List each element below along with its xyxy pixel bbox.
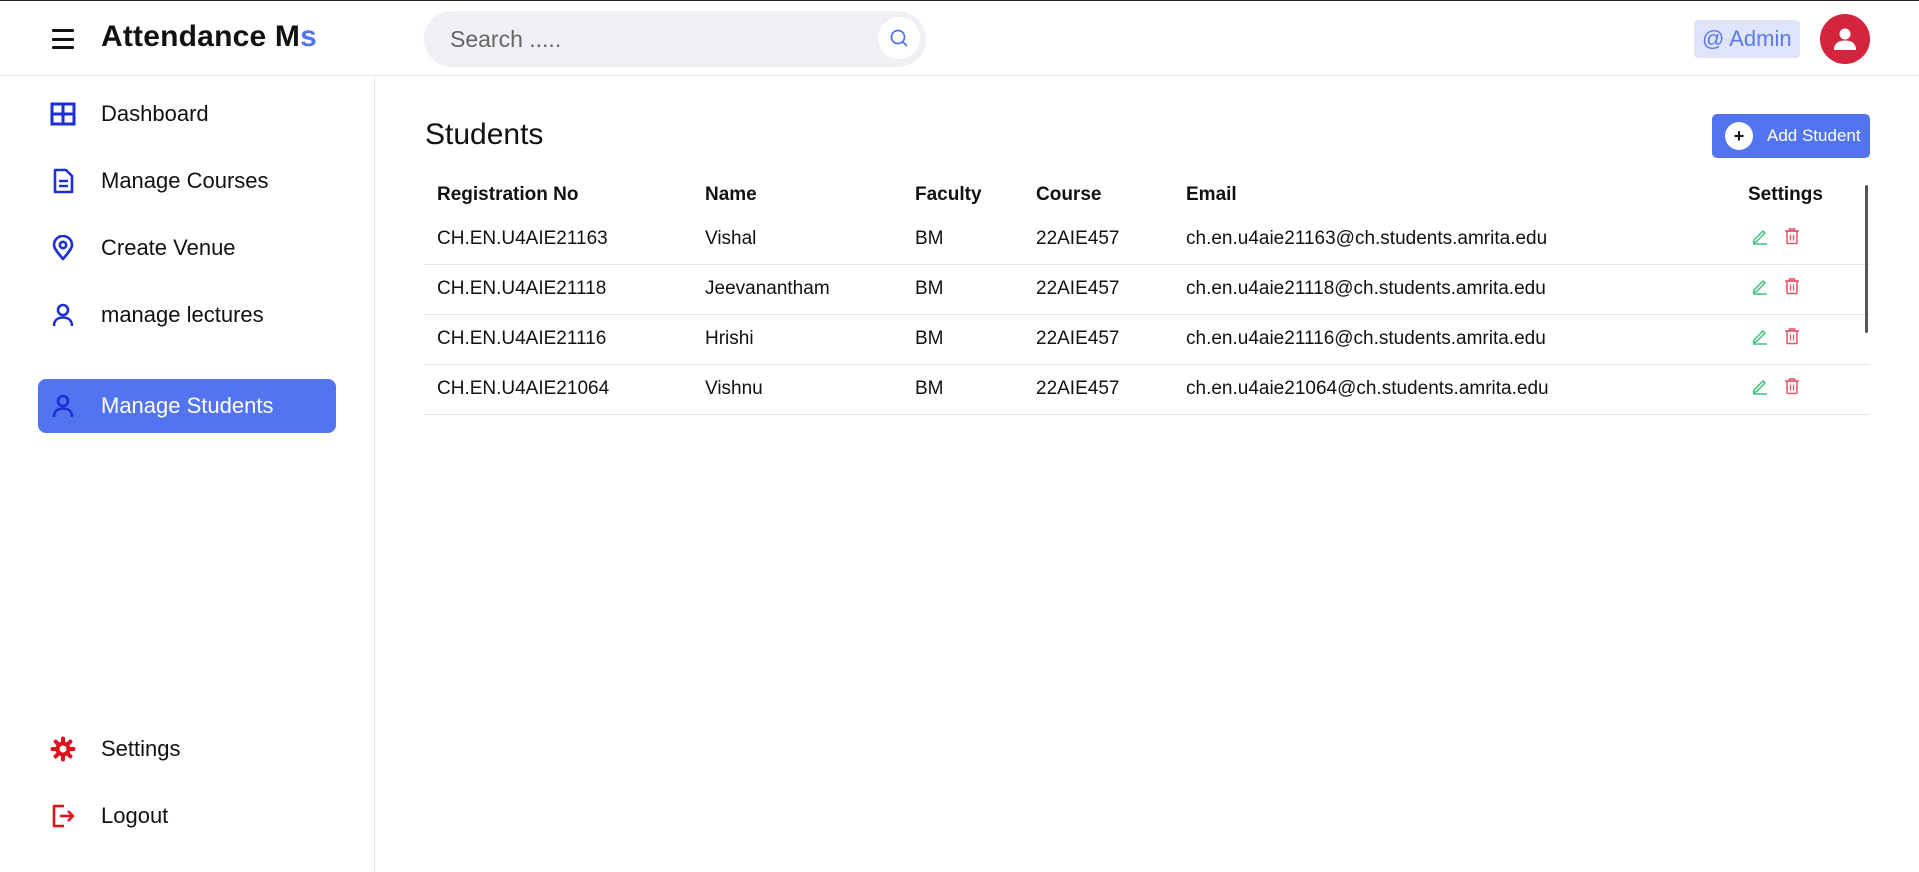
- add-student-label: Add Student: [1767, 126, 1861, 145]
- edit-icon[interactable]: [1751, 327, 1769, 345]
- cell-course: 22AIE457: [1024, 214, 1174, 265]
- admin-role-badge: @ Admin: [1694, 20, 1800, 58]
- brand-text: Attendance M: [101, 20, 301, 53]
- cell-registration-no: CH.EN.U4AIE21163: [425, 214, 693, 265]
- cell-faculty: BM: [903, 264, 1024, 315]
- edit-icon[interactable]: [1751, 377, 1769, 395]
- edit-icon[interactable]: [1751, 227, 1769, 245]
- column-header-email: Email: [1186, 184, 1237, 205]
- search-icon: [890, 29, 908, 47]
- cell-registration-no: CH.EN.U4AIE21116: [425, 314, 693, 365]
- add-student-button[interactable]: + Add Student: [1712, 114, 1870, 158]
- cell-email: ch.en.u4aie21116@ch.students.amrita.edu: [1174, 314, 1736, 365]
- delete-icon[interactable]: [1783, 377, 1801, 395]
- sidebar-item-manage-lectures[interactable]: manage lectures: [38, 288, 336, 342]
- sidebar-item-settings[interactable]: Settings: [38, 722, 336, 776]
- table-row: CH.EN.U4AIE21163 Vishal BM 22AIE457 ch.e…: [425, 214, 1870, 265]
- search-bar: [424, 11, 926, 67]
- column-header-settings: Settings: [1748, 184, 1823, 205]
- students-table: Registration No Name Faculty Course Emai…: [425, 176, 1870, 415]
- table-header-row: Registration No Name Faculty Course Emai…: [425, 176, 1870, 214]
- sidebar-item-dashboard[interactable]: Dashboard: [38, 87, 336, 141]
- delete-icon[interactable]: [1783, 327, 1801, 345]
- table-scrollbar[interactable]: [1865, 185, 1868, 333]
- avatar[interactable]: [1820, 14, 1870, 64]
- sidebar-item-manage-courses[interactable]: Manage Courses: [38, 154, 336, 208]
- grid-icon: [38, 101, 88, 127]
- sidebar-item-label: Logout: [101, 803, 169, 828]
- cell-actions: [1736, 214, 1870, 265]
- sidebar-item-label: Settings: [101, 736, 181, 761]
- sidebar-item-create-venue[interactable]: Create Venue: [38, 221, 336, 275]
- cell-faculty: BM: [903, 314, 1024, 365]
- cell-actions: [1736, 264, 1870, 315]
- sidebar-item-label: Manage Students: [101, 393, 274, 418]
- gear-icon: [38, 736, 88, 762]
- sidebar-item-label: Dashboard: [101, 101, 209, 126]
- cell-faculty: BM: [903, 214, 1024, 265]
- delete-icon[interactable]: [1783, 277, 1801, 295]
- sidebar-item-manage-students[interactable]: Manage Students: [38, 379, 336, 433]
- user-avatar-icon: [1834, 28, 1856, 50]
- logout-icon: [38, 803, 88, 829]
- cell-course: 22AIE457: [1024, 314, 1174, 365]
- cell-registration-no: CH.EN.U4AIE21064: [425, 364, 693, 415]
- document-icon: [38, 168, 88, 194]
- hamburger-menu-icon[interactable]: [48, 27, 78, 51]
- cell-name: Jeevanantham: [693, 264, 903, 315]
- sidebar-item-logout[interactable]: Logout: [38, 789, 336, 843]
- cell-registration-no: CH.EN.U4AIE21118: [425, 264, 693, 315]
- column-header-faculty: Faculty: [915, 184, 982, 205]
- cell-name: Vishal: [693, 214, 903, 265]
- user-icon: [38, 302, 88, 328]
- cell-faculty: BM: [903, 364, 1024, 415]
- sidebar-item-label: Manage Courses: [101, 168, 269, 193]
- cell-email: ch.en.u4aie21064@ch.students.amrita.edu: [1174, 364, 1736, 415]
- delete-icon[interactable]: [1783, 227, 1801, 245]
- main-content: Students + Add Student Registration No N…: [376, 76, 1919, 872]
- column-header-course: Course: [1036, 184, 1102, 205]
- cell-email: ch.en.u4aie21163@ch.students.amrita.edu: [1174, 214, 1736, 265]
- brand-accent-text: s: [300, 20, 317, 53]
- cell-actions: [1736, 364, 1870, 415]
- user-icon: [38, 393, 88, 419]
- cell-email: ch.en.u4aie21118@ch.students.amrita.edu: [1174, 264, 1736, 315]
- cell-course: 22AIE457: [1024, 364, 1174, 415]
- app-brand: Attendance Ms: [101, 20, 317, 54]
- table-row: CH.EN.U4AIE21064 Vishnu BM 22AIE457 ch.e…: [425, 364, 1870, 415]
- plus-icon: +: [1725, 122, 1753, 150]
- sidebar-item-label: Create Venue: [101, 235, 236, 260]
- cell-name: Hrishi: [693, 314, 903, 365]
- top-bar: Attendance Ms @ Admin: [0, 0, 1919, 76]
- cell-name: Vishnu: [693, 364, 903, 415]
- page-title: Students: [425, 118, 544, 151]
- sidebar-item-label: manage lectures: [101, 302, 264, 327]
- edit-icon[interactable]: [1751, 277, 1769, 295]
- column-header-registration-no: Registration No: [437, 184, 579, 205]
- table-row: CH.EN.U4AIE21116 Hrishi BM 22AIE457 ch.e…: [425, 314, 1870, 365]
- column-header-name: Name: [705, 184, 757, 205]
- location-pin-icon: [38, 235, 88, 261]
- search-input[interactable]: [450, 21, 850, 57]
- cell-course: 22AIE457: [1024, 264, 1174, 315]
- cell-actions: [1736, 314, 1870, 365]
- search-button[interactable]: [878, 17, 920, 59]
- sidebar: Dashboard Manage Courses Create Venue ma…: [0, 76, 375, 872]
- table-row: CH.EN.U4AIE21118 Jeevanantham BM 22AIE45…: [425, 264, 1870, 315]
